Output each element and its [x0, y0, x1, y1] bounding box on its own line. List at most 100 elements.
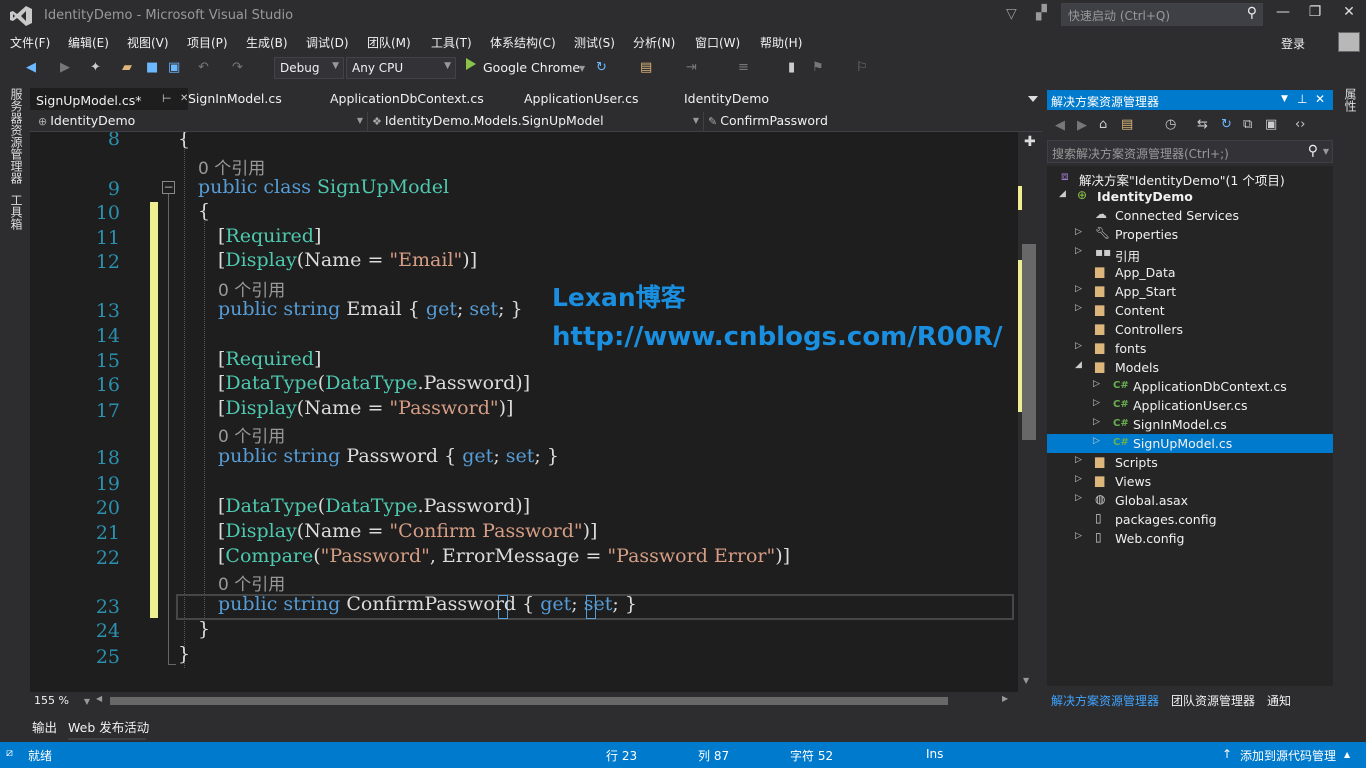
tree-item-scripts[interactable]: ▷ ▆ Scripts — [1047, 453, 1333, 472]
tab-notifications[interactable]: 通知 — [1267, 692, 1291, 709]
open-file-icon[interactable]: ▰ — [122, 60, 132, 75]
expanded-icon[interactable]: ◢ — [1059, 189, 1066, 199]
tree-item-web-config[interactable]: ▷ ▯ Web.config — [1047, 529, 1333, 548]
tree-item-content[interactable]: ▷ ▆ Content — [1047, 301, 1333, 320]
tab-applicationdbcontext[interactable]: ApplicationDbContext.cs — [324, 88, 490, 110]
codelens-references[interactable]: 0 个引用 — [218, 570, 285, 595]
start-debugging-icon[interactable] — [466, 58, 476, 70]
menu-help[interactable]: 帮助(H) — [760, 34, 802, 51]
tab-identitydemo[interactable]: IdentityDemo — [678, 88, 775, 110]
code-editor[interactable]: − 8 { 0 个引用 9 public class SignUpModel 1… — [30, 132, 1020, 692]
tab-output[interactable]: 输出 — [32, 717, 57, 736]
refresh-icon[interactable]: ↻ — [1221, 117, 1232, 132]
comment-icon[interactable]: ≡ — [738, 60, 749, 75]
forward-icon[interactable]: ▶ — [60, 60, 70, 75]
undo-icon[interactable]: ↶ — [198, 60, 209, 75]
editor-vertical-scrollbar[interactable]: ✚ ▼ — [1018, 132, 1042, 692]
sync-icon[interactable]: ⇆ — [1197, 117, 1208, 132]
switch-views-icon[interactable]: ▤ — [1121, 117, 1133, 132]
pin-icon[interactable]: ⊥ — [1297, 92, 1307, 106]
bookmark-icon[interactable]: ▮ — [788, 60, 795, 75]
scrollbar-thumb[interactable] — [1022, 244, 1036, 440]
filter-icon[interactable]: ▽ — [1006, 6, 1017, 22]
forward-icon[interactable]: ▶ — [1077, 118, 1087, 133]
tab-signupmodel[interactable]: SignUpModel.cs* ⊢ ✕ — [30, 88, 188, 110]
home-icon[interactable]: ⌂ — [1099, 117, 1107, 132]
zoom-select[interactable]: 155 % ▼ — [34, 694, 92, 709]
redo-icon[interactable]: ↷ — [232, 60, 243, 75]
menu-debug[interactable]: 调试(D) — [306, 34, 349, 51]
properties-tab[interactable]: 属性 — [1342, 88, 1359, 112]
tree-item-connected-services[interactable]: ☁ Connected Services — [1047, 206, 1333, 225]
menu-analyze[interactable]: 分析(N) — [633, 34, 675, 51]
tree-item-signinmodel[interactable]: ▷ C# SignInModel.cs — [1047, 415, 1333, 434]
back-icon[interactable]: ◀ — [1055, 118, 1065, 133]
member-dropdown[interactable]: ✎ ConfirmPassword — [704, 112, 1040, 131]
server-explorer-tab[interactable]: 服务器资源管理器 — [8, 88, 25, 184]
tree-item-app-start[interactable]: ▷ ▆ App_Start — [1047, 282, 1333, 301]
collapsed-icon[interactable]: ▷ — [1075, 246, 1082, 256]
collapsed-icon[interactable]: ▷ — [1093, 417, 1100, 427]
restore-icon[interactable]: ❐ — [1300, 4, 1330, 24]
tab-solution-explorer[interactable]: 解决方案资源管理器 — [1051, 692, 1159, 709]
view-code-icon[interactable]: ‹› — [1295, 117, 1305, 132]
tree-item-app-data[interactable]: ▆ App_Data — [1047, 263, 1333, 282]
project-dropdown[interactable]: ⊕ IdentityDemo ▼ — [34, 112, 368, 131]
menu-build[interactable]: 生成(B) — [246, 34, 288, 51]
collapsed-icon[interactable]: ▷ — [1075, 227, 1082, 237]
search-icon[interactable]: ⚲ — [1308, 143, 1318, 159]
clear-bookmarks-icon[interactable]: ⚐ — [856, 60, 868, 75]
solution-configuration-select[interactable]: Debug ▼ — [274, 57, 344, 79]
collapsed-icon[interactable]: ▷ — [1075, 341, 1082, 351]
menu-file[interactable]: 文件(F) — [10, 34, 50, 51]
solution-search-input[interactable]: 搜索解决方案资源管理器(Ctrl+;) ⚲ ▼ — [1047, 140, 1333, 163]
scroll-down-icon[interactable]: ▼ — [1023, 676, 1029, 685]
add-to-source-control-button[interactable]: 添加到源代码管理 — [1240, 747, 1336, 764]
tree-item-models[interactable]: ◢ ▆ Models — [1047, 358, 1333, 377]
scroll-left-icon[interactable]: ◀ — [96, 694, 102, 703]
menu-edit[interactable]: 编辑(E) — [68, 34, 109, 51]
close-icon[interactable]: ✕ — [1315, 92, 1325, 106]
tab-team-explorer[interactable]: 团队资源管理器 — [1171, 692, 1255, 709]
tree-item-packages-config[interactable]: ▯ packages.config — [1047, 510, 1333, 529]
tree-item-applicationdbcontext[interactable]: ▷ C# ApplicationDbContext.cs — [1047, 377, 1333, 396]
tab-signinmodel[interactable]: SignInModel.cs — [182, 88, 288, 110]
solution-platform-select[interactable]: Any CPU ▼ — [346, 57, 456, 79]
collapsed-icon[interactable]: ▷ — [1093, 398, 1100, 408]
menu-window[interactable]: 窗口(W) — [695, 34, 740, 51]
tree-item-views[interactable]: ▷ ▆ Views — [1047, 472, 1333, 491]
collapsed-icon[interactable]: ▷ — [1075, 493, 1082, 503]
collapse-icon[interactable]: − — [162, 181, 175, 194]
save-icon[interactable]: ■ — [146, 60, 158, 75]
tree-item-project[interactable]: ◢ ⊕ IdentityDemo — [1047, 187, 1333, 206]
tree-item-global-asax[interactable]: ▷ ◍ Global.asax — [1047, 491, 1333, 510]
type-dropdown[interactable]: ❖ IdentityDemo.Models.SignUpModel ▼ — [368, 112, 704, 131]
split-icon[interactable]: ✚ — [1024, 134, 1036, 150]
pin-icon[interactable]: ⊢ — [162, 92, 172, 105]
sign-in-link[interactable]: 登录 — [1281, 35, 1305, 52]
chevron-up-icon[interactable]: ▲ — [1344, 750, 1350, 759]
collapsed-icon[interactable]: ▷ — [1075, 284, 1082, 294]
tree-item-references[interactable]: ▷ ▪▪ 引用 — [1047, 244, 1333, 264]
menu-team[interactable]: 团队(M) — [367, 34, 411, 51]
tree-item-applicationuser[interactable]: ▷ C# ApplicationUser.cs — [1047, 396, 1333, 415]
pending-changes-icon[interactable]: ◷ — [1165, 117, 1176, 132]
tree-item-properties[interactable]: ▷ 🔧︎ Properties — [1047, 225, 1333, 244]
show-all-files-icon[interactable]: ▣ — [1265, 117, 1277, 132]
tab-web-publish[interactable]: Web 发布活动 — [68, 717, 149, 736]
codelens-references[interactable]: 0 个引用 — [218, 422, 285, 447]
collapsed-icon[interactable]: ▷ — [1093, 379, 1100, 389]
tree-item-signupmodel[interactable]: ▷ C# SignUpModel.cs — [1047, 434, 1333, 453]
toolbox-tab[interactable]: 工具箱 — [8, 194, 25, 230]
collapsed-icon[interactable]: ▷ — [1075, 455, 1082, 465]
horizontal-scrollbar-thumb[interactable] — [110, 697, 948, 705]
menu-architecture[interactable]: 体系结构(C) — [490, 34, 556, 51]
collapsed-icon[interactable]: ▷ — [1093, 436, 1100, 446]
tab-applicationuser[interactable]: ApplicationUser.cs — [518, 88, 645, 110]
save-all-icon[interactable]: ▣ — [168, 60, 180, 75]
close-icon[interactable]: ✕ — [1334, 4, 1364, 24]
start-browser-label[interactable]: Google Chrome — [483, 60, 580, 75]
prev-bookmark-icon[interactable]: ⚑ — [812, 60, 824, 75]
quick-launch-input[interactable]: 快速启动 (Ctrl+Q) ⚲ — [1061, 3, 1263, 26]
expanded-icon[interactable]: ◢ — [1075, 360, 1082, 370]
